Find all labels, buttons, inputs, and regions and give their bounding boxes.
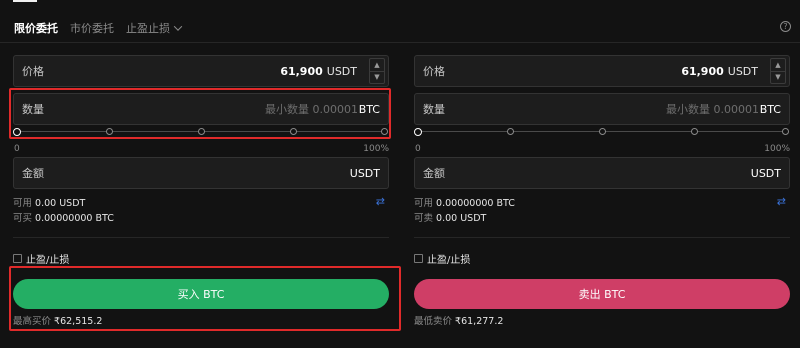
buy-best-price: 最高买价 ₹62,515.2: [13, 316, 103, 327]
buy-quantity-slider[interactable]: [13, 127, 389, 137]
swap-icon[interactable]: ⇄: [777, 195, 786, 208]
sell-available: 可用 0.00000000 BTC: [414, 198, 515, 209]
tpsl-label: 止盈/止损: [26, 255, 70, 266]
section-divider: [414, 237, 790, 238]
sell-btc-button[interactable]: 卖出 BTC: [414, 279, 790, 309]
slider-knob-75[interactable]: [691, 128, 698, 135]
sell-price-value[interactable]: 61,900 USDT: [681, 65, 758, 78]
buy-amount-label: 金额: [22, 167, 44, 180]
buy-quantity-label: 数量: [22, 103, 44, 116]
buy-price-field[interactable]: 价格 61,900 USDT ▲ ▼: [13, 55, 389, 87]
top-tab-underline: [13, 0, 37, 2]
section-divider: [13, 237, 389, 238]
slider-knob-100[interactable]: [782, 128, 789, 135]
buy-tpsl-toggle[interactable]: 止盈/止损: [13, 251, 69, 266]
sell-quantity-field[interactable]: 数量 最小数量 0.00001 BTC: [414, 93, 790, 125]
slider-min-label: 0: [415, 144, 421, 154]
buy-available: 可用 0.00 USDT: [13, 198, 86, 209]
buy-can-trade: 可买 0.00000000 BTC: [13, 213, 114, 224]
buy-quantity-unit: BTC: [358, 102, 380, 116]
slider-knob-25[interactable]: [106, 128, 113, 135]
tpsl-checkbox[interactable]: [414, 254, 423, 263]
slider-knob-100[interactable]: [381, 128, 388, 135]
slider-max-label: 100%: [363, 144, 389, 154]
tabs-divider: [0, 42, 800, 43]
buy-btc-button[interactable]: 买入 BTC: [13, 279, 389, 309]
slider-knob-50[interactable]: [599, 128, 606, 135]
sell-quantity-placeholder: 最小数量 0.00001: [666, 103, 759, 116]
sell-quantity-label: 数量: [423, 103, 445, 116]
slider-knob-50[interactable]: [198, 128, 205, 135]
buy-amount-unit: USDT: [349, 166, 380, 180]
slider-knob-0[interactable]: [414, 127, 422, 136]
tab-stop-order[interactable]: 止盈止损: [126, 20, 183, 36]
chevron-down-icon: [173, 22, 183, 31]
stepper-down-icon[interactable]: ▼: [370, 72, 384, 84]
sell-amount-unit: USDT: [750, 166, 781, 180]
tpsl-label: 止盈/止损: [427, 255, 471, 266]
slider-knob-25[interactable]: [507, 128, 514, 135]
sell-price-stepper[interactable]: ▲ ▼: [770, 58, 786, 84]
buy-quantity-placeholder: 最小数量 0.00001: [265, 103, 358, 116]
buy-price-value[interactable]: 61,900 USDT: [280, 65, 357, 78]
stepper-up-icon[interactable]: ▲: [370, 59, 384, 72]
slider-knob-75[interactable]: [290, 128, 297, 135]
sell-amount-label: 金额: [423, 167, 445, 180]
sell-quantity-unit: BTC: [759, 102, 781, 116]
buy-quantity-field[interactable]: 数量 最小数量 0.00001 BTC: [13, 93, 389, 125]
sell-can-trade: 可卖 0.00 USDT: [414, 213, 487, 224]
swap-icon[interactable]: ⇄: [376, 195, 385, 208]
help-icon[interactable]: ?: [780, 21, 791, 32]
stepper-up-icon[interactable]: ▲: [771, 59, 785, 72]
slider-max-label: 100%: [764, 144, 790, 154]
buy-price-stepper[interactable]: ▲ ▼: [369, 58, 385, 84]
sell-amount-field[interactable]: 金额 USDT: [414, 157, 790, 189]
sell-price-field[interactable]: 价格 61,900 USDT ▲ ▼: [414, 55, 790, 87]
slider-min-label: 0: [14, 144, 20, 154]
sell-best-price: 最低卖价 ₹61,277.2: [414, 316, 504, 327]
buy-amount-field[interactable]: 金额 USDT: [13, 157, 389, 189]
tpsl-checkbox[interactable]: [13, 254, 22, 263]
sell-tpsl-toggle[interactable]: 止盈/止损: [414, 251, 470, 266]
slider-knob-0[interactable]: [13, 127, 21, 136]
buy-price-label: 价格: [22, 65, 44, 78]
tab-limit-order[interactable]: 限价委托: [14, 20, 58, 36]
sell-quantity-slider[interactable]: [414, 127, 790, 137]
stepper-down-icon[interactable]: ▼: [771, 72, 785, 84]
sell-price-label: 价格: [423, 65, 445, 78]
tab-market-order[interactable]: 市价委托: [70, 20, 114, 36]
order-type-tabs: 限价委托 市价委托 止盈止损: [14, 20, 193, 36]
